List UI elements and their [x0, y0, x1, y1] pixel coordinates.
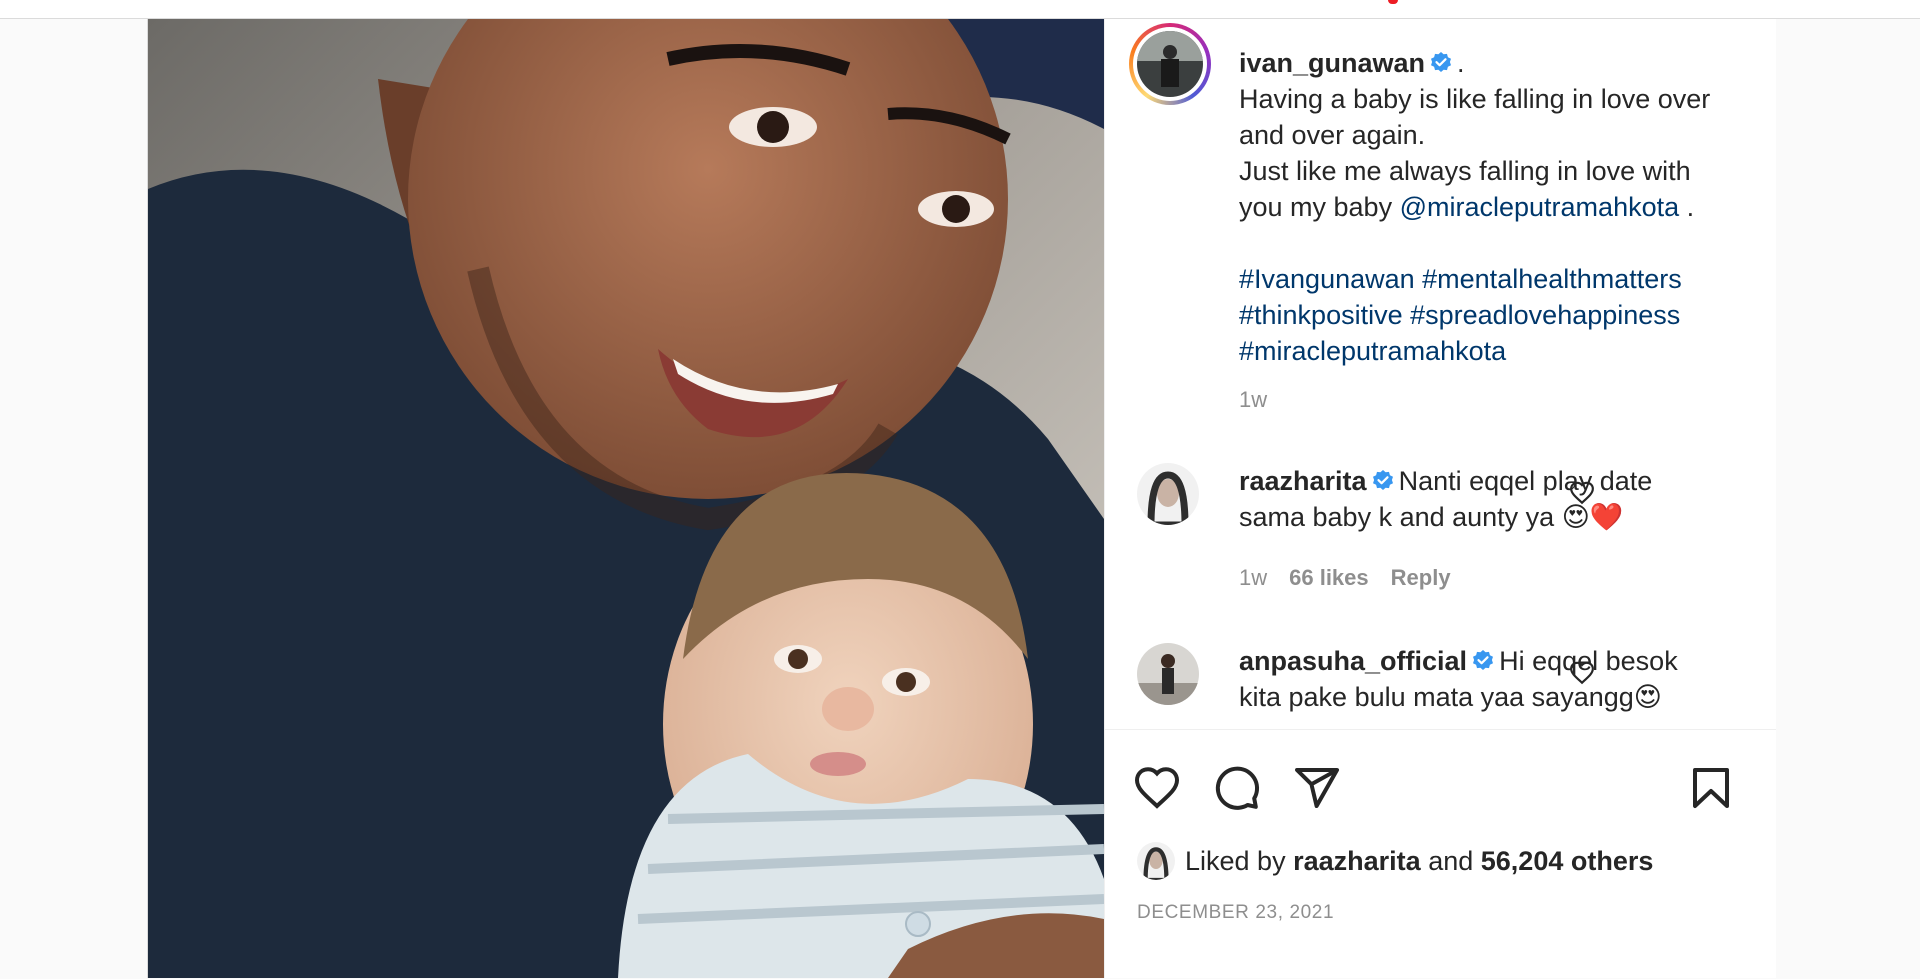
author-suffix: . — [1457, 48, 1465, 78]
comment-text: raazharita Nanti eqqel play date sama bab… — [1239, 463, 1739, 535]
comment-likes[interactable]: 66 likes — [1289, 565, 1369, 590]
post-dialog: ivan_gunawan. Having a baby is like fall… — [147, 19, 1776, 978]
verified-badge-icon — [1431, 52, 1452, 72]
caption-line: Just like me always falling in love with — [1239, 156, 1691, 186]
liked-by-connector: and — [1428, 845, 1474, 876]
like-heart-icon[interactable] — [1133, 764, 1181, 812]
hashtag-line[interactable]: #miracleputramahkota — [1239, 336, 1506, 366]
liked-by-prefix: Liked by — [1185, 845, 1286, 876]
author-avatar[interactable] — [1137, 31, 1203, 97]
commenter-avatar[interactable] — [1137, 463, 1199, 525]
post-photo-illustration — [148, 19, 1104, 978]
comment-text: anpasuha_official Hi eqqel besok kita pak… — [1239, 643, 1739, 715]
caption-mention-link[interactable]: @miracleputramahkota — [1400, 192, 1680, 222]
share-icon[interactable] — [1293, 764, 1341, 812]
verified-badge-icon — [1473, 650, 1494, 670]
comment-like-heart-icon[interactable] — [1569, 480, 1595, 506]
author-username[interactable]: ivan_gunawan — [1239, 48, 1425, 78]
comment-time[interactable]: 1w — [1239, 565, 1267, 590]
likes-summary: Liked by raazharita and 56,204 others — [1137, 842, 1653, 880]
hashtag-line[interactable]: #Ivangunawan #mentalhealthmatters — [1239, 264, 1682, 294]
author-story-ring[interactable] — [1129, 23, 1211, 105]
comment-body: sama baby k and aunty ya 😍❤️ — [1239, 502, 1624, 532]
liker-avatar[interactable] — [1137, 842, 1175, 880]
hashtag-line[interactable]: #thinkpositive #spreadlovehappiness — [1239, 300, 1680, 330]
comment-meta: 1w 66 likes Reply — [1239, 565, 1451, 591]
post-date[interactable]: DECEMBER 23, 2021 — [1137, 902, 1334, 924]
liked-by-user-link[interactable]: raazharita — [1293, 846, 1421, 877]
post-caption: ivan_gunawan. Having a baby is like fall… — [1239, 45, 1739, 369]
top-accent-mark — [1388, 0, 1398, 4]
post-photo[interactable] — [148, 19, 1104, 978]
comment-username[interactable]: anpasuha_official — [1239, 646, 1467, 676]
commenter-avatar[interactable] — [1137, 643, 1199, 705]
post-actions-section: Liked by raazharita and 56,204 others DE… — [1105, 729, 1776, 979]
comment-username[interactable]: raazharita — [1239, 466, 1367, 496]
bookmark-icon[interactable] — [1687, 764, 1735, 812]
mention-suffix: . — [1686, 192, 1695, 222]
comment-like-heart-icon[interactable] — [1569, 660, 1595, 686]
comment-icon[interactable] — [1213, 764, 1261, 812]
verified-badge-icon — [1372, 470, 1393, 490]
comment-body: Nanti eqqel play date — [1398, 466, 1653, 496]
liked-by-others-link[interactable]: 56,204 others — [1481, 846, 1654, 877]
comment-reply-button[interactable]: Reply — [1391, 565, 1451, 590]
post-sidebar: ivan_gunawan. Having a baby is like fall… — [1104, 19, 1776, 978]
comments-panel[interactable]: ivan_gunawan. Having a baby is like fall… — [1105, 19, 1776, 729]
browser-top-strip — [0, 0, 1920, 19]
comment-body: kita pake bulu mata yaa sayangg😍 — [1239, 682, 1662, 712]
caption-line: and over again. — [1239, 120, 1426, 150]
caption-line: Having a baby is like falling in love ov… — [1239, 84, 1711, 114]
caption-time[interactable]: 1w — [1239, 387, 1267, 413]
caption-line: you my baby — [1239, 192, 1393, 222]
